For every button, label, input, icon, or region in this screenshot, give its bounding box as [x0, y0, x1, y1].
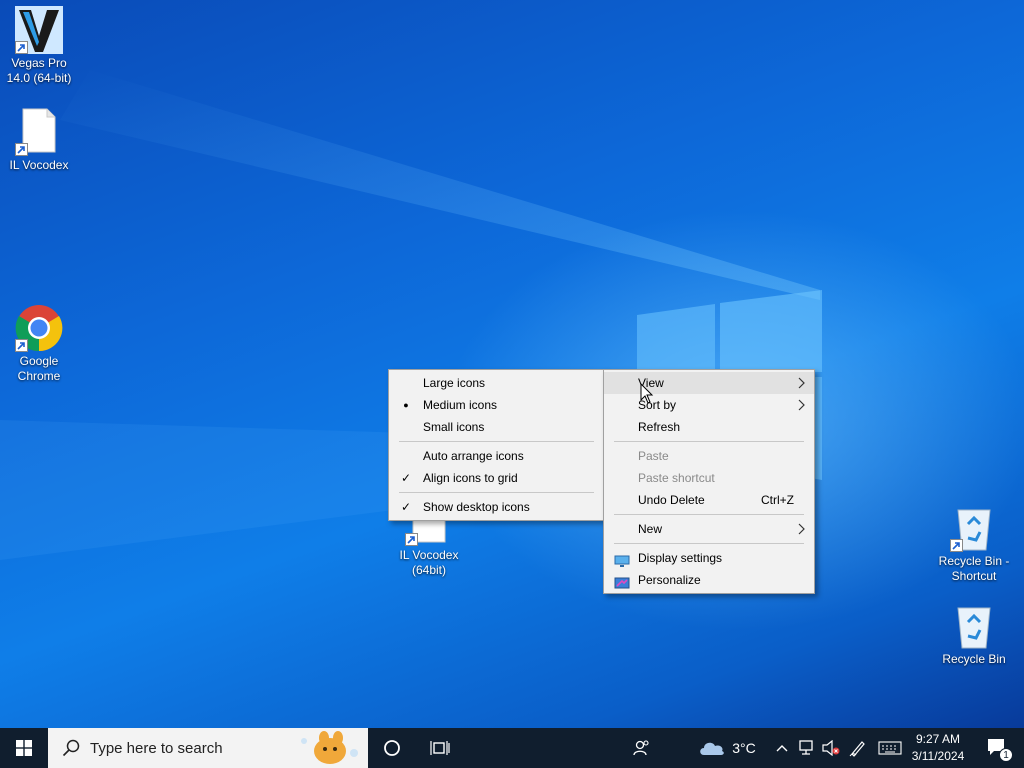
menu-item-label: Medium icons — [423, 398, 498, 412]
menu-item-sort-by[interactable]: Sort by — [604, 394, 814, 416]
vegas-pro-icon — [15, 6, 63, 54]
clock-date: 3/11/2024 — [911, 749, 965, 763]
notification-count-badge: 1 — [999, 748, 1013, 762]
shortcut-arrow-icon — [15, 143, 28, 156]
menu-separator — [614, 514, 804, 515]
desktop-icon-label: Recycle Bin - Shortcut — [938, 554, 1010, 583]
volume-tray-button[interactable] — [819, 728, 843, 768]
shortcut-arrow-icon — [15, 339, 28, 352]
task-view-icon — [430, 741, 450, 755]
windows-logo-icon — [16, 740, 32, 756]
cortana-circle-icon — [384, 740, 400, 756]
desktop-icon-vegas-pro[interactable]: Vegas Pro 14.0 (64-bit) — [0, 6, 78, 86]
taskbar-search-box[interactable]: Type here to search — [48, 728, 368, 768]
volume-muted-icon — [822, 740, 840, 756]
network-tray-button[interactable] — [795, 728, 819, 768]
desktop[interactable]: Vegas Pro 14.0 (64-bit) IL Vocodex Googl… — [0, 0, 1024, 728]
recycle-bin-icon — [950, 504, 998, 552]
menu-item-large-icons[interactable]: Large icons — [389, 372, 604, 394]
pen-workspace-button[interactable] — [846, 728, 870, 768]
menu-item-refresh[interactable]: Refresh — [604, 416, 814, 438]
keyboard-icon — [878, 741, 902, 755]
mouse-cursor-icon — [640, 383, 654, 404]
desktop-icon-il-vocodex[interactable]: IL Vocodex — [0, 108, 78, 173]
menu-item-paste[interactable]: Paste — [604, 445, 814, 467]
chevron-up-icon — [776, 745, 788, 752]
start-button[interactable] — [0, 728, 48, 768]
clock-time: 9:27 AM — [915, 732, 961, 746]
radio-dot-icon: ● — [403, 400, 409, 410]
menu-item-label: Display settings — [638, 551, 723, 565]
touch-keyboard-button[interactable] — [876, 728, 904, 768]
menu-item-label: New — [638, 522, 663, 536]
menu-item-label: Paste shortcut — [638, 471, 715, 485]
search-placeholder: Type here to search — [90, 739, 223, 757]
action-center-button[interactable]: 1 — [978, 728, 1018, 768]
menu-item-label: Small icons — [423, 420, 485, 434]
checkmark-icon: ✓ — [400, 471, 412, 485]
wallpaper-windows-logo — [0, 70, 822, 560]
pen-icon — [849, 741, 865, 757]
menu-item-shortcut: Ctrl+Z — [761, 493, 794, 507]
shortcut-arrow-icon — [950, 539, 963, 552]
menu-item-auto-arrange-icons[interactable]: Auto arrange icons — [389, 445, 604, 467]
show-hidden-icons-button[interactable] — [772, 728, 792, 768]
people-button[interactable] — [620, 728, 664, 768]
shortcut-arrow-icon — [405, 533, 418, 546]
search-highlight-illustration-icon — [301, 731, 358, 764]
menu-item-small-icons[interactable]: Small icons — [389, 416, 604, 438]
menu-item-view[interactable]: View — [604, 372, 814, 394]
menu-item-label: Undo Delete — [638, 493, 705, 507]
desktop-icon-recycle-bin-shortcut[interactable]: Recycle Bin - Shortcut — [935, 504, 1013, 584]
desktop-icon-label: Vegas Pro 14.0 (64-bit) — [6, 56, 72, 85]
menu-item-personalize[interactable]: Personalize — [604, 569, 814, 591]
menu-item-label: Refresh — [638, 420, 681, 434]
weather-widget[interactable]: 3°C — [692, 728, 762, 768]
weather-temperature: 3°C — [732, 740, 756, 756]
network-icon — [799, 740, 813, 755]
monitor-icon — [614, 552, 630, 567]
personalize-icon — [614, 574, 630, 589]
menu-item-align-icons-to-grid[interactable]: ✓ Align icons to grid — [389, 467, 604, 489]
task-view-button[interactable] — [418, 728, 462, 768]
desktop-icon-label: IL Vocodex (64bit) — [399, 548, 459, 577]
menu-separator — [399, 492, 594, 493]
menu-item-display-settings[interactable]: Display settings — [604, 547, 814, 569]
search-icon — [62, 739, 80, 757]
menu-separator — [399, 441, 594, 442]
desktop-icon-recycle-bin[interactable]: Recycle Bin — [935, 602, 1013, 667]
chevron-right-icon — [798, 518, 806, 547]
recycle-bin-icon — [950, 602, 998, 650]
menu-item-medium-icons[interactable]: ● Medium icons — [389, 394, 604, 416]
checkmark-icon: ✓ — [400, 500, 412, 514]
menu-item-paste-shortcut[interactable]: Paste shortcut — [604, 467, 814, 489]
desktop-icon-google-chrome[interactable]: Google Chrome — [0, 304, 78, 384]
cortana-button[interactable] — [370, 728, 414, 768]
view-submenu: Large icons ● Medium icons Small icons A… — [388, 369, 605, 521]
menu-item-label: Paste — [638, 449, 669, 463]
desktop-icon-label: Recycle Bin — [942, 652, 1006, 666]
desktop-icon-label: IL Vocodex — [9, 158, 69, 172]
menu-item-label: Personalize — [638, 573, 701, 587]
menu-item-label: Align icons to grid — [423, 471, 518, 485]
shortcut-arrow-icon — [15, 41, 28, 54]
menu-item-label: Show desktop icons — [423, 500, 530, 514]
people-icon — [633, 740, 649, 756]
desktop-icon-label: Google Chrome — [17, 354, 61, 383]
cloud-icon — [700, 742, 725, 755]
taskbar-clock[interactable]: 9:27 AM 3/11/2024 — [902, 731, 974, 765]
menu-item-new[interactable]: New — [604, 518, 814, 540]
menu-item-undo-delete[interactable]: Undo Delete Ctrl+Z — [604, 489, 814, 511]
menu-separator — [614, 543, 804, 544]
taskbar: Type here to search 3°C 9:27 AM 3/11/202… — [0, 728, 1024, 768]
menu-item-label: Auto arrange icons — [423, 449, 524, 463]
desktop-context-menu: View Sort by Refresh Paste Paste shortcu… — [603, 369, 815, 594]
file-icon — [15, 108, 63, 156]
menu-item-label: Large icons — [423, 376, 486, 390]
menu-separator — [614, 441, 804, 442]
chrome-icon — [15, 304, 63, 352]
menu-item-show-desktop-icons[interactable]: ✓ Show desktop icons — [389, 496, 604, 518]
